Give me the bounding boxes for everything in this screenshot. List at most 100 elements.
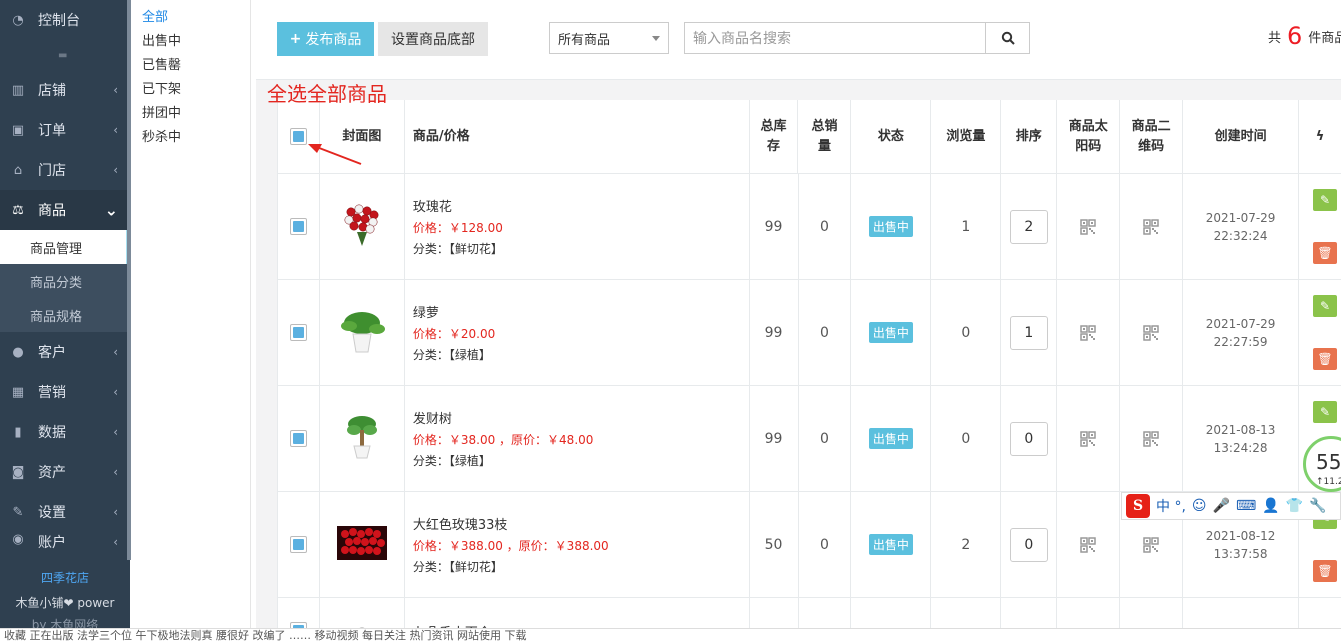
status-cell: 出售中 — [851, 174, 932, 279]
sidebar-item-order[interactable]: ▣ 订单 ‹ — [0, 110, 130, 150]
sun-code-icon[interactable] — [1080, 430, 1096, 447]
row-checkbox-cell — [278, 174, 320, 279]
goods-name[interactable]: 发财树 — [413, 408, 594, 427]
table-row: 绿萝 价格：￥20.00 分类：【绿植】 99 0 出售中 0 1 2021-07-29 22:2… — [278, 280, 1341, 386]
edit-button[interactable]: ✎ — [1313, 189, 1337, 212]
dashboard-icon: ◔ — [12, 12, 24, 28]
goods-name[interactable]: 绿萝 — [413, 302, 495, 321]
browser-bottom-bar: 收藏 正在出版 法学三个位 午下极地法则真 腰很好 改编了 …… 移动视频 每日… — [0, 628, 1341, 641]
sidebar-item-wrench[interactable]: ✎ 设置 ‹ — [0, 492, 130, 532]
sidebar-item-label: 商品 — [38, 203, 66, 219]
edit-button[interactable]: ✎ — [1313, 295, 1337, 318]
sun-code-icon[interactable] — [1080, 536, 1096, 553]
row-checkbox[interactable] — [289, 218, 307, 235]
goods-price: 价格：￥20.00 — [412, 327, 496, 341]
filter-item[interactable]: 拼团中 — [131, 102, 250, 126]
emoji-icon[interactable]: ☺ — [1192, 498, 1207, 514]
filter-item[interactable]: 全部 — [131, 6, 250, 30]
sidebar-item-asset[interactable]: ◙ 资产 ‹ — [0, 452, 130, 492]
main-content: + 发布商品 设置商品底部 所有商品 输入商品名搜索 共 6 件商品 封面图 商品/价格… — [256, 0, 1341, 641]
edit-button[interactable]: ✎ — [1313, 401, 1337, 424]
ime-toolbar[interactable]: S 中 °, ☺ 🎤 ⌨ 👤 👕 🔧 — [1121, 492, 1341, 520]
wrench-icon: ✎ — [12, 504, 24, 520]
sidebar-item-gift[interactable]: ▦ 营销 ‹ — [0, 372, 130, 412]
goods-name[interactable]: 玫瑰花 — [413, 196, 503, 215]
product-image[interactable] — [337, 202, 387, 252]
sun-code-icon[interactable] — [1080, 218, 1096, 235]
search-button[interactable] — [985, 22, 1030, 54]
filter-item[interactable]: 已售罄 — [131, 54, 250, 78]
row-checkbox-cell — [278, 280, 320, 385]
qr-code-cell — [1120, 280, 1184, 385]
status-filter-list: 全部 出售中 已售罄 已下架 拼团中 秒杀中 — [131, 0, 251, 628]
keyboard-icon[interactable]: ⌨ — [1236, 498, 1256, 514]
created-time: 13:37:58 — [1213, 546, 1268, 561]
column-header: 创建时间 — [1183, 100, 1300, 173]
product-image[interactable] — [337, 308, 387, 358]
sort-input[interactable]: 1 — [1009, 315, 1048, 350]
sort-input[interactable]: 0 — [1009, 421, 1048, 456]
chevron-left-icon: ‹ — [113, 425, 118, 439]
user-icon[interactable]: 👤 — [1262, 498, 1279, 514]
status-badge: 出售中 — [868, 216, 913, 237]
qr-code-cell — [1120, 386, 1184, 491]
sidebar-item-bar-chart[interactable]: ▮ 数据 ‹ — [0, 412, 130, 452]
sidebar-item-store[interactable]: ▥ 店铺 ‹ — [0, 70, 130, 110]
sidebar-item-branch[interactable]: ⌂ 门店 ‹ — [0, 150, 130, 190]
publish-goods-button[interactable]: + 发布商品 — [277, 22, 374, 56]
product-image[interactable] — [337, 414, 387, 464]
row-checkbox[interactable] — [289, 536, 307, 553]
users-icon: ● — [12, 344, 24, 360]
qr-code-icon[interactable] — [1143, 324, 1159, 341]
sidebar-item-users[interactable]: ● 客户 ‹ — [0, 332, 130, 372]
sidebar-item-label: 门店 — [38, 163, 66, 179]
shop-name[interactable]: 四季花店 — [0, 569, 130, 586]
chevron-left-icon: ‹ — [113, 535, 118, 549]
delete-button[interactable]: 🗑 — [1313, 241, 1337, 264]
delete-button[interactable]: 🗑 — [1313, 559, 1337, 582]
filter-item[interactable]: 秒杀中 — [131, 126, 250, 150]
plus-icon: + — [289, 31, 302, 47]
qr-code-icon[interactable] — [1143, 536, 1159, 553]
sun-code-icon[interactable] — [1080, 324, 1096, 341]
sidebar-item-dashboard[interactable]: ◔ 控制台 — [0, 0, 130, 40]
filter-item[interactable]: 出售中 — [131, 30, 250, 54]
goods-name[interactable]: 大红色玫瑰33枝 — [413, 514, 609, 533]
shirt-icon[interactable]: 👕 — [1286, 498, 1303, 514]
sidebar-subitem[interactable]: 商品管理 — [0, 230, 130, 264]
set-goods-bottom-button[interactable]: 设置商品底部 — [378, 22, 488, 56]
cover-image-cell — [320, 174, 405, 279]
qr-code-icon[interactable] — [1143, 218, 1159, 235]
sort-input[interactable]: 2 — [1009, 209, 1048, 244]
select-all-checkbox[interactable] — [289, 128, 307, 145]
views-cell: 0 — [931, 386, 1002, 491]
row-checkbox[interactable] — [289, 430, 307, 447]
sidebar-item-scale[interactable]: ⚖ 商品 ⌄ — [0, 190, 130, 230]
sidebar-subitem[interactable]: 商品规格 — [0, 298, 130, 332]
sidebar-subitem[interactable]: 商品分类 — [0, 264, 130, 298]
sidebar-item-account[interactable]: ◉ 账户 ‹ — [0, 532, 130, 552]
product-image[interactable] — [336, 520, 387, 570]
created-date: 2021-08-13 — [1205, 422, 1276, 437]
mic-icon[interactable]: 🎤 — [1213, 498, 1230, 514]
filter-item[interactable]: 已下架 — [131, 78, 250, 102]
goods-type-select[interactable]: 所有商品 — [549, 22, 669, 54]
ime-mode[interactable]: 中 °, — [1156, 496, 1186, 516]
total-count: 共 6 件商品 — [1268, 22, 1341, 50]
sidebar-item-label: 控制台 — [38, 13, 80, 29]
bar-chart-icon: ▮ — [14, 424, 22, 440]
chevron-left-icon: ‹ — [113, 345, 118, 359]
created-time: 22:27:59 — [1213, 334, 1268, 349]
goods-price: 价格：￥388.00 ，原价：￥388.00 — [412, 539, 609, 553]
sort-input[interactable]: 0 — [1009, 527, 1048, 562]
wrench-icon[interactable]: 🔧 — [1309, 498, 1326, 514]
sort-cell: 2 — [1001, 174, 1058, 279]
created-date: 2021-07-29 — [1205, 210, 1276, 225]
created-date: 2021-08-12 — [1205, 528, 1276, 543]
asset-icon: ◙ — [11, 464, 25, 480]
order-icon: ▣ — [11, 122, 25, 138]
goods-search-input[interactable]: 输入商品名搜索 — [684, 22, 986, 54]
row-checkbox[interactable] — [289, 324, 307, 341]
qr-code-icon[interactable] — [1143, 430, 1159, 447]
delete-button[interactable]: 🗑 — [1313, 347, 1337, 370]
